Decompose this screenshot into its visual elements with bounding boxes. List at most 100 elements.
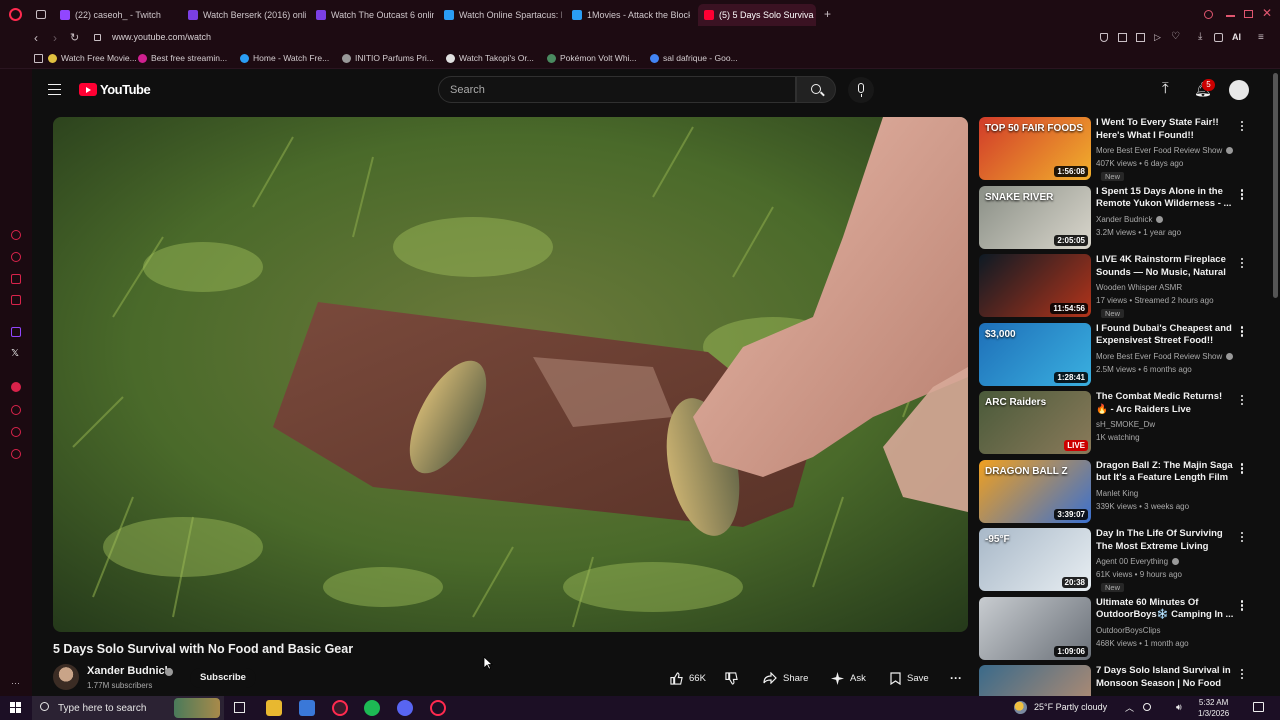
snapshot-icon[interactable] — [1118, 33, 1127, 42]
recommended-video-title[interactable]: Day In The Life Of Surviving The Most Ex… — [1096, 528, 1236, 553]
voice-search-button[interactable] — [848, 77, 874, 103]
system-clock[interactable]: 5:32 AM 1/3/2026 — [1198, 697, 1229, 719]
minimize-button[interactable] — [1226, 15, 1235, 17]
discord-taskbar-icon[interactable] — [397, 700, 413, 716]
video-thumbnail[interactable]: SNAKE RIVER 2:05:05 — [979, 185, 1091, 249]
subscribe-button[interactable]: Subscribe — [190, 668, 256, 688]
video-thumbnail[interactable]: -95°F 20:38 — [979, 528, 1091, 591]
page-scrollbar[interactable] — [1271, 69, 1280, 696]
recommended-video-title[interactable]: I Went To Every State Fair!! Here's What… — [1096, 117, 1236, 142]
recommended-channel-name[interactable]: More Best Ever Food Review Show — [1096, 352, 1234, 361]
reload-icon[interactable]: ↻ — [70, 31, 79, 44]
bookmark-item[interactable]: Watch Free Movie... — [48, 53, 137, 63]
opera-taskbar-icon[interactable] — [332, 700, 348, 716]
video-thumbnail[interactable]: 1:09:06 — [979, 596, 1091, 660]
screen-icon[interactable] — [1136, 33, 1145, 42]
recommended-channel-name[interactable]: Agent 00 Everything — [1096, 557, 1180, 566]
create-upload-icon[interactable]: ⤒ — [1162, 80, 1169, 97]
more-sidebar-icon[interactable]: ··· — [11, 678, 20, 688]
history-icon[interactable] — [11, 405, 21, 415]
tab-overview-icon[interactable] — [36, 10, 46, 19]
hamburger-menu-icon[interactable] — [48, 84, 61, 95]
volume-icon[interactable]: 🔊︎ — [1176, 702, 1182, 713]
weather-text[interactable]: 25°F Partly cloudy — [1034, 702, 1107, 712]
browser-tab[interactable]: Watch The Outcast 6 onlin — [316, 4, 434, 26]
recommended-video[interactable]: 11:54:56 LIVE 4K Rainstorm Fireplace Soun… — [979, 254, 1255, 318]
windows-start-icon[interactable] — [10, 702, 21, 713]
more-options-icon[interactable] — [1237, 188, 1247, 202]
pin-icon[interactable] — [1100, 33, 1108, 42]
bookmarks-icon[interactable] — [34, 54, 43, 63]
file-explorer-icon[interactable] — [266, 700, 282, 716]
opera-gx-taskbar-icon[interactable] — [430, 700, 446, 716]
recommended-channel-name[interactable]: OutdoorBoysClips — [1096, 626, 1160, 635]
video-thumbnail[interactable] — [979, 665, 1091, 696]
video-thumbnail[interactable]: $3,000 1:28:41 — [979, 322, 1091, 386]
notification-center-icon[interactable] — [1253, 702, 1264, 712]
video-thumbnail[interactable]: ARC Raiders LIVE — [979, 391, 1091, 454]
recommended-video[interactable]: 7 Days Solo Island Survival in Monsoon S… — [979, 665, 1255, 696]
play-icon[interactable]: ▷ — [1154, 32, 1161, 43]
browser-tab[interactable]: Watch Online Spartacus: I — [444, 4, 562, 26]
browser-tab[interactable]: (22) caseoh_ - Twitch — [60, 4, 180, 26]
bookmark-item[interactable]: Home - Watch Fre... — [240, 53, 329, 63]
youtube-logo[interactable]: YouTube — [79, 82, 151, 97]
x-icon[interactable]: 𝕏 — [11, 348, 19, 359]
extensions-icon[interactable] — [1214, 33, 1223, 42]
store-icon[interactable] — [299, 700, 315, 716]
download-icon[interactable]: ⤓ — [1198, 31, 1202, 42]
video-player[interactable] — [53, 117, 968, 632]
network-icon[interactable] — [1143, 703, 1151, 711]
back-icon[interactable]: ‹ — [34, 31, 38, 45]
recommended-video-title[interactable]: LIVE 4K Rainstorm Fireplace Sounds — No … — [1096, 254, 1236, 279]
recommended-channel-name[interactable]: sH_SMOKE_Dw — [1096, 420, 1155, 429]
recommended-channel-name[interactable]: Manlet King — [1096, 489, 1138, 498]
bookmark-item[interactable]: INITIO Parfums Pri... — [342, 53, 434, 63]
recommended-video[interactable]: TOP 50 FAIR FOODS 1:56:08 I Went To Every … — [979, 117, 1255, 181]
task-view-icon[interactable] — [234, 702, 245, 713]
recommended-channel-name[interactable]: Wooden Whisper ASMR — [1096, 283, 1182, 292]
new-tab-button[interactable]: + — [824, 7, 831, 21]
more-options-icon[interactable] — [1237, 393, 1247, 407]
tray-overflow-icon[interactable]: ︿ — [1125, 701, 1134, 714]
browser-tab[interactable]: Watch Berserk (2016) onli — [188, 4, 306, 26]
close-window-button[interactable]: ✕ — [1262, 6, 1272, 20]
more-options-icon[interactable] — [1237, 119, 1247, 133]
like-button[interactable]: 66K — [670, 668, 706, 688]
forward-icon[interactable]: › — [53, 31, 57, 45]
more-options-icon[interactable] — [1237, 530, 1247, 544]
bookmark-item[interactable]: Best free streamin... — [138, 53, 227, 63]
recommended-video-title[interactable]: The Combat Medic Returns! 🔥 - Arc Raider… — [1096, 391, 1236, 416]
recommended-video-title[interactable]: I Found Dubai's Cheapest and Expensivest… — [1096, 323, 1236, 348]
settings-icon[interactable] — [11, 449, 21, 459]
ask-button[interactable]: Ask — [831, 668, 866, 688]
menu-lines-icon[interactable]: ≡ — [1258, 32, 1264, 43]
more-options-icon[interactable] — [1237, 667, 1247, 681]
search-input[interactable]: Search — [438, 76, 796, 103]
more-options-icon[interactable] — [1237, 599, 1247, 613]
recommended-channel-name[interactable]: More Best Ever Food Review Show — [1096, 146, 1234, 155]
dislike-button[interactable] — [725, 668, 744, 688]
recommended-video[interactable]: $3,000 1:28:41 I Found Dubai's Cheapest an… — [979, 322, 1255, 387]
twitch-icon[interactable] — [11, 327, 21, 337]
browser-tab[interactable]: (5) 5 Days Solo Surviva — [698, 4, 816, 26]
video-thumbnail[interactable]: TOP 50 FAIR FOODS 1:56:08 — [979, 117, 1091, 180]
url-field[interactable]: www.youtube.com/watch — [112, 32, 211, 42]
scrollbar-thumb[interactable] — [1273, 73, 1278, 298]
messenger-icon[interactable] — [11, 252, 21, 262]
player-icon[interactable] — [11, 295, 21, 305]
recommended-video-title[interactable]: Dragon Ball Z: The Majin Saga but It's a… — [1096, 460, 1236, 485]
bookmark-item[interactable]: sal dafrique - Goo... — [650, 53, 738, 63]
video-thumbnail[interactable]: DRAGON BALL Z 3:39:07 — [979, 459, 1091, 523]
bookmark-item[interactable]: Watch Takopi's Or... — [446, 53, 534, 63]
recommended-video-title[interactable]: 7 Days Solo Island Survival in Monsoon S… — [1096, 665, 1236, 690]
spotify-taskbar-icon[interactable] — [364, 700, 380, 716]
browser-tab[interactable]: 1Movies - Attack the Block — [572, 4, 690, 26]
more-options-icon[interactable] — [1237, 256, 1247, 270]
account-avatar[interactable] — [1229, 80, 1249, 100]
taskbar-search-input[interactable]: Type here to search — [32, 696, 224, 720]
recommended-video[interactable]: SNAKE RIVER 2:05:05 I Spent 15 Days Alone … — [979, 185, 1255, 250]
recommended-channel-name[interactable]: Xander Budnick — [1096, 215, 1164, 224]
video-thumbnail[interactable]: 11:54:56 — [979, 254, 1091, 317]
extensions-sidebar-icon[interactable] — [11, 427, 21, 437]
